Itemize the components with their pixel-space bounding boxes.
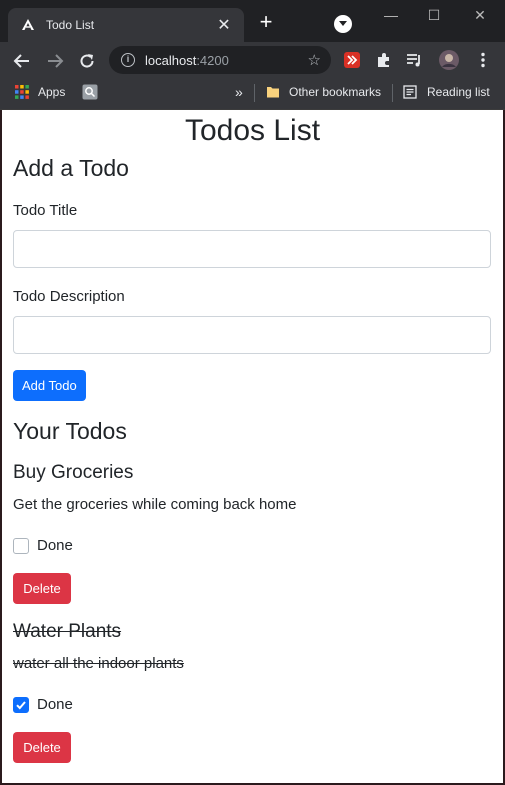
url-text: localhost:4200 [145,53,229,68]
new-tab-icon[interactable]: + [256,11,276,33]
extensions-puzzle-icon[interactable] [375,51,393,69]
todo-description-label: Todo Description [13,288,125,305]
site-info-icon[interactable]: i [121,53,135,67]
apps-grid-icon [14,84,30,100]
done-label: Done [37,537,73,554]
menu-kebab-icon[interactable] [474,51,492,69]
bookmark-other[interactable]: Other bookmarks [266,78,381,106]
checkmark-icon [16,700,26,709]
delete-todo-button[interactable]: Delete [13,573,71,604]
todo-title-input[interactable] [13,230,491,268]
reading-list[interactable]: Reading list [403,78,490,106]
close-window-icon[interactable]: ✕ [470,6,490,24]
done-checkbox[interactable] [13,696,29,713]
bookmarks-overflow-icon[interactable]: » [235,78,243,106]
tab-title: Todo List [46,18,95,32]
done-checkbox[interactable] [13,537,29,554]
profile-avatar[interactable] [439,50,459,70]
tab-todo-list[interactable]: Todo List ✕ [8,8,244,42]
delete-todo-button[interactable]: Delete [13,732,71,763]
extension-red-icon[interactable] [343,51,361,69]
other-bookmarks-label: Other bookmarks [289,85,382,99]
title-bar: Todo List ✕ + — ☐ ✕ [0,0,505,42]
bookmark-divider [392,84,393,102]
todo-description-input[interactable] [13,316,491,354]
apps-label: Apps [38,85,66,99]
your-todos-heading: Your Todos [13,418,127,444]
bookmarks-bar: Apps » Other bookmarks Reading list [0,78,505,110]
todo-done-toggle[interactable]: Done [13,696,73,713]
todo-item-description: water all the indoor plants [13,655,184,672]
reading-list-label: Reading list [427,85,490,99]
bookmark-search-icon[interactable] [82,78,98,106]
bookmark-divider [254,84,255,102]
todo-done-toggle[interactable]: Done [13,537,73,554]
page-title: Todos List [184,114,321,147]
tab-search-icon[interactable] [334,15,352,33]
add-todo-heading: Add a Todo [13,155,129,181]
forward-icon[interactable] [44,50,66,72]
todo-item-title: Buy Groceries [13,462,134,483]
media-queue-icon[interactable] [405,51,423,69]
bookmark-apps[interactable]: Apps [14,78,65,106]
done-label: Done [37,696,73,713]
page-content: Todos List Add a Todo Todo Title Todo De… [2,110,503,783]
reading-list-icon [403,85,417,99]
bookmark-star-icon[interactable]: ☆ [308,51,321,69]
browser-toolbar: i localhost:4200 ☆ [0,42,505,78]
maximize-icon[interactable]: ☐ [424,6,444,24]
todo-title-label: Todo Title [13,202,78,219]
close-tab-icon[interactable]: ✕ [214,15,234,35]
todo-item-description: Get the groceries while coming back home [13,496,297,513]
minimize-icon[interactable]: — [381,6,401,24]
add-todo-button[interactable]: Add Todo [13,370,86,401]
back-icon[interactable] [11,50,33,72]
reload-icon[interactable] [76,50,98,72]
angular-favicon-icon [20,17,36,33]
url-port: :4200 [196,52,229,68]
folder-icon [266,85,280,99]
todo-item-title: Water Plants [13,621,122,642]
url-host: localhost [145,52,197,68]
address-bar[interactable]: i localhost:4200 ☆ [109,46,331,74]
